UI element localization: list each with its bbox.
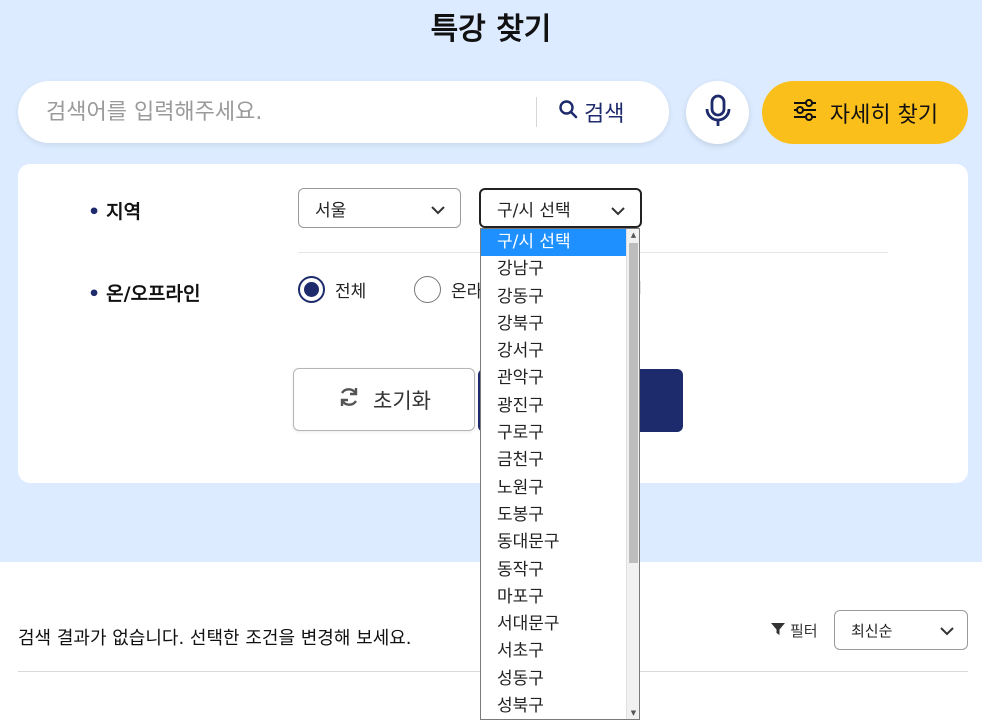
radio-circle — [298, 276, 325, 303]
region-select-value: 서울 — [315, 200, 347, 221]
reset-button[interactable]: 초기화 — [293, 368, 475, 431]
dropdown-option[interactable]: 관악구 — [481, 365, 627, 392]
filter-toggle[interactable]: 필터 — [770, 620, 818, 641]
dropdown-option[interactable]: 강북구 — [481, 311, 627, 338]
region-select[interactable]: 서울 — [298, 188, 461, 228]
dropdown-option[interactable]: 서대문구 — [481, 611, 627, 638]
dropdown-option[interactable]: 구로구 — [481, 420, 627, 447]
reset-button-label: 초기화 — [373, 388, 431, 413]
district-select-value: 구/시 선택 — [497, 200, 571, 221]
radio-online[interactable]: 온라 — [414, 276, 482, 303]
scroll-down-arrow-icon[interactable]: ▼ — [627, 707, 639, 719]
dropdown-items: 구/시 선택 강남구 강동구 강북구 강서구 관악구 광진구 구로구 금천구 노원구 도봉구 동대문구… — [481, 229, 627, 719]
chevron-down-icon — [610, 202, 626, 222]
dropdown-option[interactable]: 구/시 선택 — [481, 229, 627, 257]
search-icon — [558, 99, 578, 125]
search-button-label: 검색 — [584, 102, 625, 127]
voice-search-button[interactable] — [686, 81, 749, 144]
detail-search-label: 자세히 찾기 — [829, 102, 939, 128]
dropdown-option[interactable]: 마포구 — [481, 584, 627, 611]
search-button[interactable]: 검색 — [558, 95, 624, 129]
microphone-icon — [704, 94, 732, 132]
dropdown-option[interactable]: 성북구 — [481, 693, 627, 719]
dropdown-option[interactable]: 성동구 — [481, 666, 627, 693]
search-input[interactable] — [46, 94, 526, 130]
scroll-up-arrow-icon[interactable]: ▲ — [627, 229, 639, 241]
dropdown-option[interactable]: 동대문구 — [481, 529, 627, 556]
refresh-icon — [337, 385, 361, 414]
mode-row-label: • 온/오프라인 — [88, 283, 201, 305]
sort-select-value: 최신순 — [851, 621, 893, 640]
dropdown-option[interactable]: 광진구 — [481, 393, 627, 420]
dropdown-option[interactable]: 노원구 — [481, 475, 627, 502]
dropdown-option[interactable]: 도봉구 — [481, 502, 627, 529]
sort-select[interactable]: 최신순 — [834, 610, 968, 650]
district-dropdown-list[interactable]: 구/시 선택 강남구 강동구 강북구 강서구 관악구 광진구 구로구 금천구 노원구 도봉구 동대문구… — [480, 228, 640, 720]
funnel-icon — [770, 621, 786, 641]
radio-circle — [414, 276, 441, 303]
radio-all[interactable]: 전체 — [298, 276, 366, 303]
dropdown-option[interactable]: 동작구 — [481, 557, 627, 584]
dropdown-scrollbar[interactable]: ▲ ▼ — [626, 229, 639, 719]
dropdown-option[interactable]: 서초구 — [481, 638, 627, 665]
region-row-label: • 지역 — [88, 201, 142, 223]
search-box: 검색 — [18, 81, 669, 143]
filter-label: 필터 — [790, 622, 818, 640]
scroll-thumb[interactable] — [629, 243, 638, 563]
empty-result-message: 검색 결과가 없습니다. 선택한 조건을 변경해 보세요. — [18, 628, 412, 649]
detail-search-button[interactable]: 자세히 찾기 — [762, 81, 968, 144]
dropdown-option[interactable]: 강서구 — [481, 338, 627, 365]
search-divider — [536, 97, 537, 127]
dropdown-option[interactable]: 강남구 — [481, 256, 627, 283]
chevron-down-icon — [939, 623, 955, 641]
chevron-down-icon — [430, 201, 446, 221]
radio-online-label: 온라 — [451, 282, 483, 302]
dropdown-option[interactable]: 금천구 — [481, 447, 627, 474]
district-select[interactable]: 구/시 선택 — [479, 188, 642, 228]
radio-all-label: 전체 — [335, 282, 367, 302]
dropdown-option[interactable]: 강동구 — [481, 284, 627, 311]
page-title: 특강 찾기 — [430, 12, 552, 47]
sliders-icon — [792, 98, 818, 128]
